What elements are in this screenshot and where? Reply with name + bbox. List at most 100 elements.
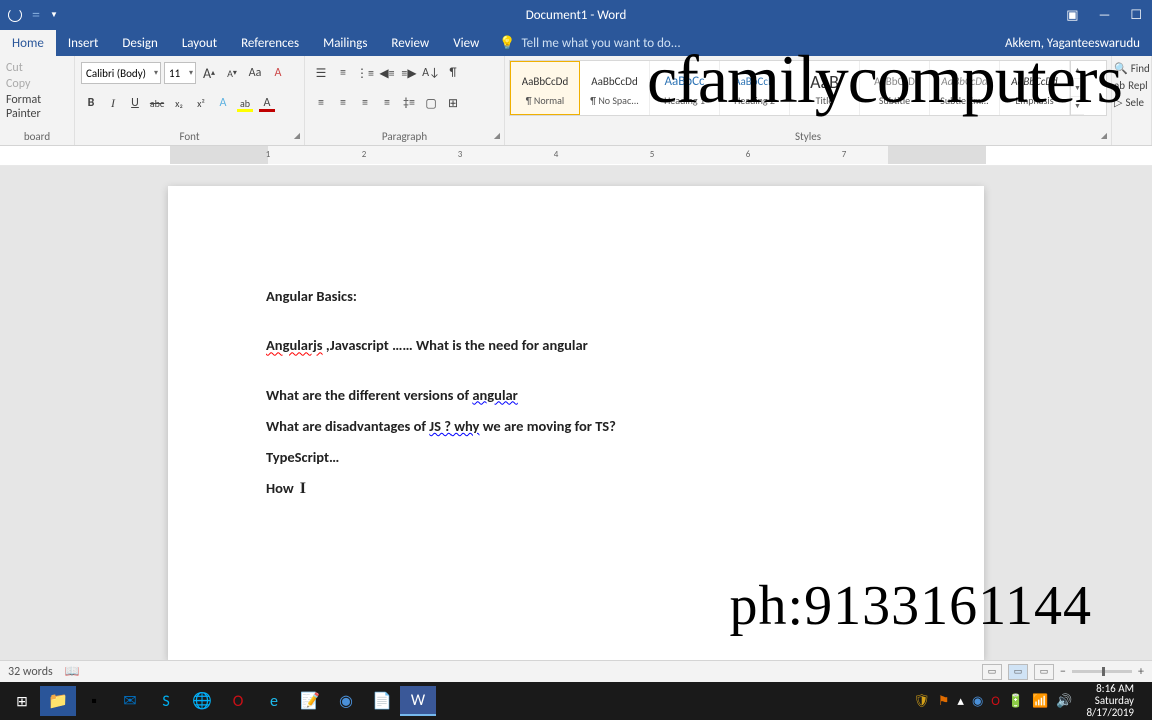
- tray-app-icon[interactable]: ◉: [972, 694, 983, 709]
- tray-shield-icon[interactable]: 🛡: [913, 694, 930, 709]
- taskbar-outlook[interactable]: ✉: [112, 686, 148, 716]
- font-color-button[interactable]: A: [257, 92, 277, 114]
- cut-button[interactable]: Cut: [6, 60, 68, 76]
- increase-indent-button[interactable]: ≡▶: [399, 62, 419, 84]
- format-painter-button[interactable]: Format Painter: [6, 92, 68, 122]
- web-layout-button[interactable]: ▭: [1034, 664, 1054, 680]
- shrink-font-button[interactable]: A▾: [222, 62, 242, 84]
- font-size-select[interactable]: 11: [164, 62, 196, 84]
- paragraph-dialog-launcher[interactable]: ◢: [494, 131, 500, 141]
- tab-references[interactable]: References: [229, 30, 311, 56]
- taskbar-word[interactable]: W: [400, 686, 436, 716]
- doc-line-5[interactable]: TypeScript…: [266, 447, 886, 467]
- tab-insert[interactable]: Insert: [56, 30, 111, 56]
- borders-button[interactable]: ⊞: [443, 92, 463, 114]
- clear-format-button[interactable]: A: [268, 62, 288, 84]
- taskbar-file-explorer[interactable]: 📁: [40, 686, 76, 716]
- tab-view[interactable]: View: [441, 30, 491, 56]
- document-area[interactable]: Angular Basics: Angularjs ,Javascript ………: [0, 166, 1152, 660]
- tab-mailings[interactable]: Mailings: [311, 30, 379, 56]
- taskbar-opera[interactable]: O: [220, 686, 256, 716]
- decrease-indent-button[interactable]: ◀≡: [377, 62, 397, 84]
- style-normal[interactable]: AaBbCcDd¶ Normal: [510, 61, 580, 115]
- align-center-button[interactable]: ≡: [333, 92, 353, 114]
- read-mode-button[interactable]: ▭: [982, 664, 1002, 680]
- taskbar-app2[interactable]: 📄: [364, 686, 400, 716]
- tab-design[interactable]: Design: [110, 30, 169, 56]
- subscript-button[interactable]: x₂: [169, 92, 189, 114]
- zoom-slider[interactable]: [1072, 670, 1132, 673]
- style-heading1[interactable]: AaBbCcHeading 1: [650, 61, 720, 115]
- doc-line-6[interactable]: HowI: [266, 478, 886, 500]
- change-case-button[interactable]: Aa: [245, 62, 265, 84]
- user-name[interactable]: Akkem, Yaganteeswarudu: [1005, 30, 1152, 56]
- italic-button[interactable]: I: [103, 92, 123, 114]
- doc-line-1[interactable]: Angular Basics:: [266, 286, 886, 306]
- tab-layout[interactable]: Layout: [170, 30, 229, 56]
- tab-review[interactable]: Review: [379, 30, 441, 56]
- select-button[interactable]: ▷Sele: [1114, 94, 1149, 111]
- doc-line-3[interactable]: What are the different versions of angul…: [266, 385, 886, 405]
- style-subtle-em[interactable]: AaBbCcDdSubtle Em...: [930, 61, 1000, 115]
- styles-dialog-launcher[interactable]: ◢: [1101, 131, 1107, 141]
- qat-customize[interactable]: ▼: [50, 10, 58, 20]
- doc-line-4[interactable]: What are disadvantages of JS ? why we ar…: [266, 416, 886, 436]
- styles-up-button[interactable]: ▲: [1071, 61, 1084, 79]
- sort-button[interactable]: A↓: [421, 62, 441, 84]
- replace-button[interactable]: abRepl: [1114, 77, 1149, 94]
- text-effects-button[interactable]: A: [213, 92, 233, 114]
- style-title[interactable]: AaBTitle: [790, 61, 860, 115]
- taskbar-notes[interactable]: 📝: [292, 686, 328, 716]
- find-button[interactable]: 🔍Find: [1114, 60, 1149, 77]
- superscript-button[interactable]: x²: [191, 92, 211, 114]
- tell-me-search[interactable]: 💡 Tell me what you want to do...: [499, 30, 680, 56]
- zoom-out-button[interactable]: −: [1060, 665, 1066, 679]
- bullets-button[interactable]: ☰: [311, 62, 331, 84]
- document-page[interactable]: Angular Basics: Angularjs ,Javascript ………: [168, 186, 984, 660]
- taskbar-app1[interactable]: ◉: [328, 686, 364, 716]
- zoom-in-button[interactable]: +: [1138, 665, 1144, 679]
- style-no-spacing[interactable]: AaBbCcDd¶ No Spac...: [580, 61, 650, 115]
- numbering-button[interactable]: ≡: [333, 62, 353, 84]
- strike-button[interactable]: abc: [147, 92, 167, 114]
- tray-up-icon[interactable]: ▴: [957, 694, 964, 709]
- horizontal-ruler[interactable]: 1 2 3 4 5 6 7: [170, 146, 986, 164]
- proofing-icon[interactable]: 📖: [65, 664, 80, 679]
- justify-button[interactable]: ≡: [377, 92, 397, 114]
- doc-line-2[interactable]: Angularjs ,Javascript …… What is the nee…: [266, 335, 886, 355]
- refresh-icon[interactable]: [8, 8, 22, 22]
- grow-font-button[interactable]: A▴: [199, 62, 219, 84]
- show-marks-button[interactable]: ¶: [443, 62, 463, 84]
- bold-button[interactable]: B: [81, 92, 101, 114]
- shading-button[interactable]: ▢: [421, 92, 441, 114]
- tray-network-icon[interactable]: 📶: [1032, 694, 1048, 709]
- tray-battery-icon[interactable]: 🔋: [1008, 694, 1024, 709]
- tray-flag-icon[interactable]: ⚑: [938, 694, 950, 709]
- minimize-button[interactable]: —: [1099, 8, 1111, 23]
- print-layout-button[interactable]: ▭: [1008, 664, 1028, 680]
- tray-volume-icon[interactable]: 🔊: [1056, 694, 1072, 709]
- taskbar-cmd[interactable]: ▪: [76, 686, 112, 716]
- underline-button[interactable]: U: [125, 92, 145, 114]
- start-button[interactable]: ⊞: [4, 686, 40, 716]
- align-left-button[interactable]: ≡: [311, 92, 331, 114]
- tray-clock[interactable]: 8:16 AM Saturday 8/17/2019: [1080, 683, 1140, 719]
- maximize-button[interactable]: ☐: [1130, 8, 1142, 23]
- ribbon-display-icon[interactable]: ▣: [1066, 8, 1078, 23]
- styles-down-button[interactable]: ▼: [1071, 79, 1084, 97]
- style-emphasis[interactable]: AaBbCcDdEmphasis: [1000, 61, 1070, 115]
- styles-more-button[interactable]: ▼: [1071, 97, 1084, 115]
- font-dialog-launcher[interactable]: ◢: [294, 131, 300, 141]
- font-name-select[interactable]: Calibri (Body): [81, 62, 161, 84]
- taskbar-chrome[interactable]: 🌐: [184, 686, 220, 716]
- multilevel-button[interactable]: ⋮≡: [355, 62, 375, 84]
- align-right-button[interactable]: ≡: [355, 92, 375, 114]
- highlight-button[interactable]: ab: [235, 92, 255, 114]
- word-count[interactable]: 32 words: [8, 665, 53, 679]
- line-spacing-button[interactable]: ‡≡: [399, 92, 419, 114]
- style-heading2[interactable]: AaBbCcDHeading 2: [720, 61, 790, 115]
- tab-home[interactable]: Home: [0, 30, 56, 56]
- taskbar-ie[interactable]: e: [256, 686, 292, 716]
- copy-button[interactable]: Copy: [6, 76, 68, 92]
- taskbar-skype[interactable]: S: [148, 686, 184, 716]
